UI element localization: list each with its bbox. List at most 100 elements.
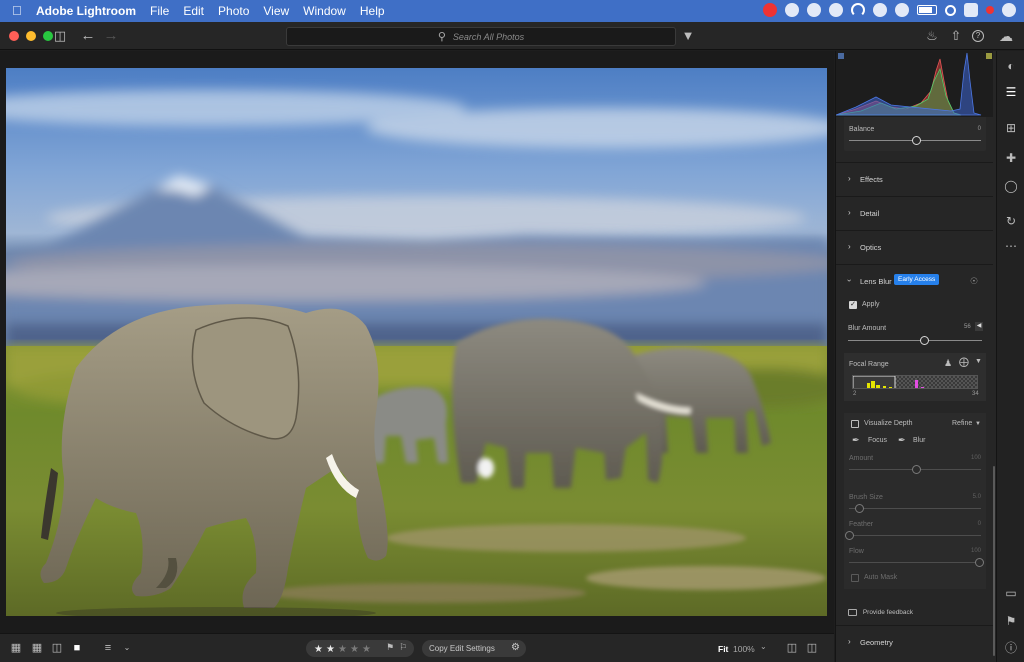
menu-photo[interactable]: Photo [218, 4, 249, 18]
before-after-icon[interactable]: ◫ [786, 643, 798, 654]
section-detail[interactable]: › Detail [836, 196, 994, 229]
tag-icon[interactable]: ⚑ [1004, 614, 1018, 628]
auto-mask-checkbox[interactable] [851, 574, 859, 582]
blur-amount-slider-knob[interactable] [920, 336, 929, 345]
point-select-icon[interactable]: ⨁ [959, 357, 969, 368]
reset-arrow-icon[interactable]: ◀ [975, 322, 983, 331]
masking-icon[interactable]: ◯ [1004, 179, 1018, 193]
presets-icon[interactable]: ◐ [1004, 59, 1018, 73]
visibility-eye-icon[interactable]: ☉ [970, 276, 978, 287]
info-icon[interactable]: ⓘ [1004, 641, 1018, 655]
brush-size-slider[interactable] [849, 508, 981, 509]
rating-star[interactable]: ★ [314, 644, 323, 655]
control-center-icon[interactable] [964, 3, 978, 17]
mic-icon[interactable] [829, 3, 843, 17]
edited-photo[interactable] [6, 68, 827, 616]
battery-icon[interactable] [917, 5, 937, 15]
rating-star[interactable]: ★ [362, 644, 371, 655]
square-grid-icon[interactable]: ▦ [10, 643, 22, 654]
menu-view[interactable]: View [263, 4, 289, 18]
wifi-icon[interactable] [851, 3, 865, 17]
chevron-down-icon[interactable]: ⌄ [760, 642, 767, 651]
blur-amount-value[interactable]: 56 [964, 324, 971, 330]
share-icon[interactable]: ⇧ [948, 28, 964, 44]
flag-reject-icon[interactable]: ⚐ [399, 642, 407, 653]
history-icon[interactable]: ↻ [1004, 214, 1018, 228]
bottom-toolbar: ▦ ▦ ◫ ■ ≡ ⌄ ★ ★ ★ ★ ★ ⚑ ⚐ Copy Edit Settings… [0, 633, 834, 662]
blur-amount-slider[interactable] [848, 340, 982, 341]
time-machine-icon[interactable] [873, 3, 887, 17]
siri-icon[interactable] [1002, 3, 1016, 17]
blur-label[interactable]: Blur [913, 437, 925, 444]
flow-slider-knob[interactable] [975, 558, 984, 567]
focus-brush-icon[interactable]: ✒ [852, 435, 860, 446]
star-rating[interactable]: ★ ★ ★ ★ ★ [312, 640, 376, 657]
refine-dropdown[interactable]: Refine [952, 420, 972, 427]
rating-star[interactable]: ★ [338, 644, 347, 655]
split-view-icon[interactable]: ◫ [806, 643, 818, 654]
photo-grid-icon[interactable]: ▦ [31, 643, 43, 654]
help-icon[interactable]: ? [972, 30, 984, 42]
shield-icon[interactable] [807, 3, 821, 17]
creative-cloud-icon[interactable] [763, 3, 777, 17]
focal-range-bar[interactable] [852, 375, 978, 389]
panel-scrollbar-thumb[interactable] [993, 466, 995, 656]
zoom-level[interactable]: 100% [733, 644, 755, 654]
back-arrow-icon[interactable]: ← [80, 28, 96, 44]
play-icon[interactable] [895, 3, 909, 17]
sidebar-toggle-icon[interactable]: ◫ [52, 28, 68, 44]
section-geometry[interactable]: › Geometry [836, 625, 994, 658]
search-icon[interactable] [945, 4, 956, 16]
chevron-down-icon[interactable]: ▼ [975, 358, 982, 365]
fit-button[interactable]: Fit [718, 644, 728, 654]
balance-slider-knob[interactable] [912, 136, 921, 145]
chevron-down-icon[interactable]: ▼ [975, 421, 981, 427]
chevron-right-icon: › [848, 637, 851, 646]
forward-arrow-icon[interactable]: → [103, 28, 119, 44]
search-input[interactable]: ⚲ Search All Photos [286, 27, 676, 46]
feather-slider-knob[interactable] [845, 531, 854, 540]
section-effects[interactable]: › Effects [836, 162, 994, 195]
blur-brush-icon[interactable]: ✒ [898, 435, 906, 446]
provide-feedback-link[interactable]: Provide feedback [848, 609, 913, 616]
brush-size-value: 5.0 [972, 494, 981, 500]
copy-edit-settings-button[interactable]: Copy Edit Settings ⚙ [422, 640, 526, 657]
edit-sliders-icon[interactable]: ☰ [1004, 85, 1018, 99]
chevron-down-icon[interactable]: ⌄ [121, 643, 133, 653]
focus-label[interactable]: Focus [868, 437, 887, 444]
menu-help[interactable]: Help [360, 4, 385, 18]
minimize-window-button[interactable] [26, 31, 36, 41]
amount-slider-knob[interactable] [912, 465, 921, 474]
brush-size-slider-knob[interactable] [855, 504, 864, 513]
apple-icon[interactable]:  [12, 4, 24, 18]
more-icon[interactable]: ⋯ [1004, 239, 1018, 253]
menu-window[interactable]: Window [303, 4, 346, 18]
rating-star[interactable]: ★ [326, 644, 335, 655]
menu-edit[interactable]: Edit [183, 4, 204, 18]
healing-icon[interactable]: ✚ [1004, 151, 1018, 165]
balance-value[interactable]: 0 [978, 126, 981, 132]
menu-file[interactable]: File [150, 4, 169, 18]
compare-view-icon[interactable]: ◫ [51, 643, 63, 654]
apply-checkbox[interactable]: ✓ [849, 301, 857, 309]
flow-slider[interactable] [849, 562, 981, 563]
amount-label: Amount [849, 455, 874, 462]
subject-select-icon[interactable]: ♟ [944, 358, 952, 369]
notification-bell-icon[interactable]: ♨ [924, 28, 940, 44]
rating-star[interactable]: ★ [350, 644, 359, 655]
user-icon[interactable] [986, 6, 994, 14]
cloud-icon[interactable]: ☁ [998, 28, 1014, 44]
menu-app-name[interactable]: Adobe Lightroom [36, 4, 136, 18]
filter-icon[interactable]: ▼ [680, 28, 696, 44]
flag-pick-icon[interactable]: ⚑ [386, 642, 394, 653]
feather-slider[interactable] [849, 535, 981, 536]
section-optics[interactable]: › Optics [836, 230, 994, 263]
comments-icon[interactable]: ▭ [1004, 586, 1018, 600]
visualize-depth-checkbox[interactable] [851, 420, 859, 428]
close-window-button[interactable] [9, 31, 19, 41]
clipboard-icon[interactable] [785, 3, 799, 17]
sort-icon[interactable]: ≡ [102, 643, 114, 654]
crop-icon[interactable]: ⊞ [1004, 121, 1018, 135]
detail-view-icon[interactable]: ■ [71, 643, 83, 654]
gear-icon[interactable]: ⚙ [511, 642, 520, 653]
